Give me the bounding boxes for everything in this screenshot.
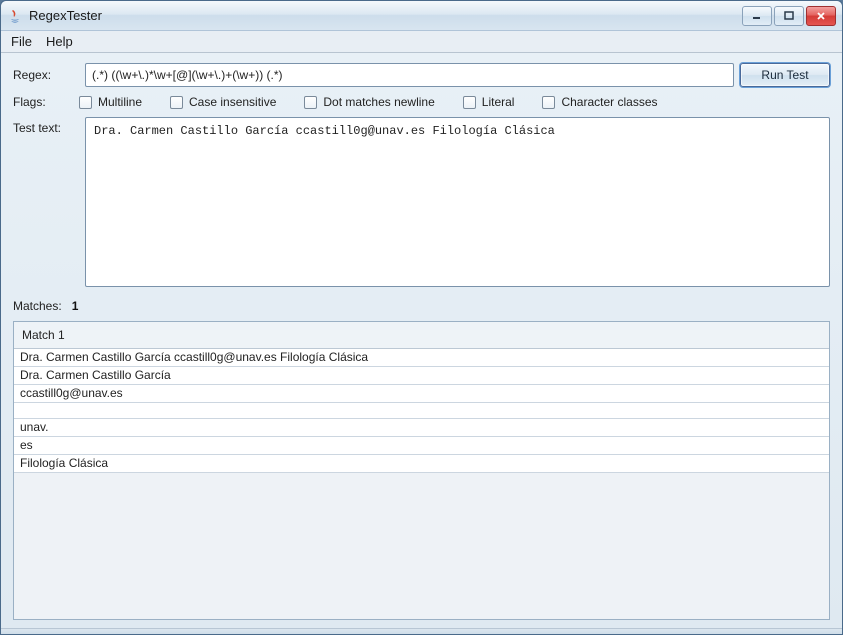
flag-label: Character classes: [561, 95, 657, 109]
matches-label: Matches:: [13, 299, 62, 313]
flag-character-classes[interactable]: Character classes: [542, 95, 657, 109]
regex-input[interactable]: [85, 63, 734, 87]
checkbox-icon: [304, 96, 317, 109]
flag-dot-matches-newline[interactable]: Dot matches newline: [304, 95, 434, 109]
checkbox-icon: [79, 96, 92, 109]
flags-group: Multiline Case insensitive Dot matches n…: [79, 95, 658, 109]
test-text-row: Test text:: [13, 117, 830, 287]
match-line: Dra. Carmen Castillo García: [14, 367, 829, 385]
results-panel: Match 1 Dra. Carmen Castillo García ccas…: [13, 321, 830, 620]
match-line: Filología Clásica: [14, 455, 829, 473]
test-text-label: Test text:: [13, 117, 79, 135]
window-controls: [742, 6, 836, 26]
regex-row: Regex: Run Test: [13, 63, 830, 87]
test-text-input[interactable]: [85, 117, 830, 287]
window-title: RegexTester: [29, 8, 742, 23]
flag-label: Case insensitive: [189, 95, 276, 109]
match-line: Dra. Carmen Castillo García ccastill0g@u…: [14, 349, 829, 367]
flags-label: Flags:: [13, 95, 79, 109]
titlebar[interactable]: RegexTester: [1, 1, 842, 31]
window-bottom-border: [1, 628, 842, 634]
match-line: [14, 403, 829, 419]
results-empty-area: [14, 473, 829, 619]
match-header: Match 1: [14, 322, 829, 349]
flag-label: Literal: [482, 95, 515, 109]
minimize-button[interactable]: [742, 6, 772, 26]
maximize-button[interactable]: [774, 6, 804, 26]
run-test-button[interactable]: Run Test: [740, 63, 830, 87]
flag-label: Multiline: [98, 95, 142, 109]
flag-literal[interactable]: Literal: [463, 95, 515, 109]
menu-file[interactable]: File: [5, 32, 38, 51]
match-line: es: [14, 437, 829, 455]
regex-label: Regex:: [13, 68, 79, 82]
flags-row: Flags: Multiline Case insensitive Dot ma…: [13, 95, 830, 109]
checkbox-icon: [542, 96, 555, 109]
app-window: RegexTester File Help Regex: Run Test Fl…: [0, 0, 843, 635]
menu-help[interactable]: Help: [40, 32, 79, 51]
flag-case-insensitive[interactable]: Case insensitive: [170, 95, 276, 109]
match-line: ccastill0g@unav.es: [14, 385, 829, 403]
java-icon: [7, 8, 23, 24]
menubar: File Help: [1, 31, 842, 53]
matches-row: Matches: 1: [13, 295, 830, 313]
match-line: unav.: [14, 419, 829, 437]
content-area: Regex: Run Test Flags: Multiline Case in…: [1, 53, 842, 628]
flag-multiline[interactable]: Multiline: [79, 95, 142, 109]
flag-label: Dot matches newline: [323, 95, 434, 109]
close-button[interactable]: [806, 6, 836, 26]
checkbox-icon: [170, 96, 183, 109]
matches-count: 1: [72, 299, 79, 313]
checkbox-icon: [463, 96, 476, 109]
